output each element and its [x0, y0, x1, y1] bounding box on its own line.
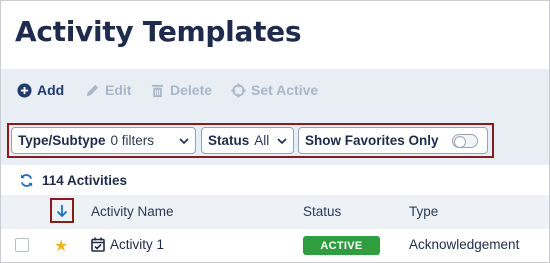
edit-button[interactable]: Edit	[85, 82, 131, 98]
toolbar: Add Edit Delete Set Active	[1, 69, 549, 113]
add-label: Add	[37, 82, 65, 98]
type-subtype-label: Type/Subtype	[18, 133, 106, 148]
delete-label: Delete	[170, 82, 213, 98]
type-subtype-filter[interactable]: Type/Subtype 0 filters	[11, 127, 196, 154]
trash-icon	[151, 84, 164, 97]
activity-count: 114 Activities	[42, 172, 128, 188]
status-filter-value: All	[254, 133, 270, 148]
row-select-checkbox[interactable]	[15, 238, 29, 252]
favorites-toggle-filter[interactable]: Show Favorites Only	[298, 127, 488, 154]
favorite-star-icon[interactable]: ★	[54, 236, 68, 256]
arrow-down-icon	[56, 204, 68, 217]
type-subtype-value: 0 filters	[110, 133, 155, 148]
column-header-activity-name[interactable]: Activity Name	[91, 204, 174, 219]
title-area: Activity Templates	[1, 1, 549, 69]
chevron-down-icon	[277, 137, 287, 144]
table-header: Activity Name Status Type	[1, 195, 549, 229]
calendar-check-icon	[91, 237, 105, 252]
filter-bar: Type/Subtype 0 filters Status All Show F…	[1, 113, 549, 165]
table-row[interactable]: ★ Activity 1 ACTIVE Acknowledgement	[1, 229, 549, 262]
set-active-button[interactable]: Set Active	[231, 82, 318, 98]
add-button[interactable]: Add	[17, 82, 64, 98]
crosshair-icon	[231, 82, 246, 98]
status-filter-label: Status	[208, 133, 250, 148]
activity-count-row: 114 Activities	[1, 165, 549, 195]
sort-toggle-button[interactable]	[50, 198, 74, 223]
activity-type-cell: Acknowledgement	[409, 237, 520, 252]
favorites-toggle-switch[interactable]	[451, 133, 478, 148]
activity-name: Activity 1	[110, 237, 165, 252]
plus-circle-icon	[17, 82, 32, 98]
favorites-label: Show Favorites Only	[305, 133, 439, 148]
chevron-down-icon	[179, 137, 189, 144]
page-title: Activity Templates	[15, 15, 302, 48]
status-filter[interactable]: Status All	[201, 127, 294, 154]
column-header-status[interactable]: Status	[303, 204, 341, 219]
edit-label: Edit	[105, 82, 132, 98]
delete-button[interactable]: Delete	[150, 82, 212, 98]
set-active-label: Set Active	[251, 82, 319, 98]
refresh-icon[interactable]	[19, 173, 34, 188]
status-badge: ACTIVE	[303, 236, 380, 255]
column-header-type[interactable]: Type	[409, 204, 438, 219]
activity-name-cell[interactable]: Activity 1	[91, 237, 164, 252]
pencil-icon	[86, 84, 99, 96]
